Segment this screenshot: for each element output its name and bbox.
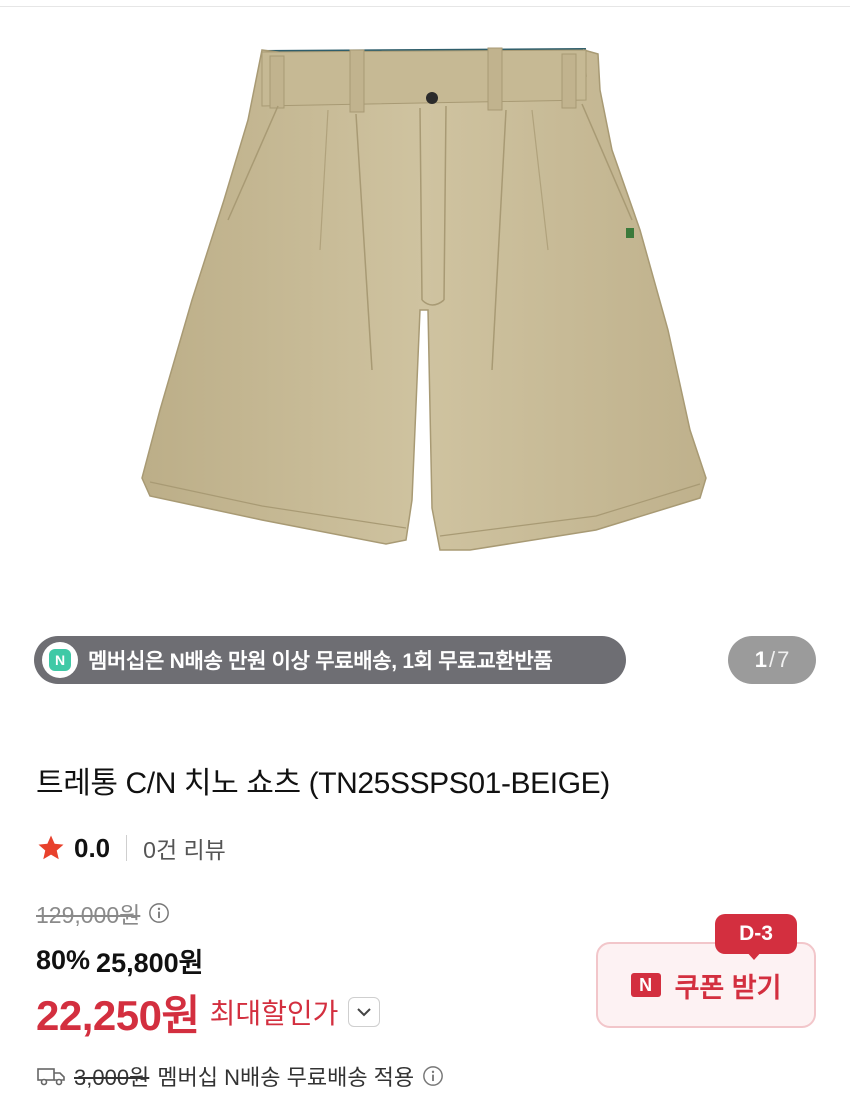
- review-count-link[interactable]: 0건 리뷰: [143, 831, 226, 865]
- expand-discount-button[interactable]: [348, 997, 381, 1027]
- max-discount-label: 최대할인가: [209, 998, 339, 1029]
- membership-banner[interactable]: N 멤버십은 N배송 만원 이상 무료배송, 1회 무료교환반품: [34, 636, 626, 684]
- shipping-text: 멤버십 N배송 무료배송 적용: [157, 1065, 415, 1090]
- rating-row[interactable]: 0.0 0건 리뷰: [36, 828, 226, 868]
- dday-badge: D-3: [715, 914, 797, 954]
- rating-value: 0.0: [74, 832, 111, 863]
- coupon-button-label: 쿠폰 받기: [674, 972, 782, 1003]
- product-image[interactable]: [0, 10, 850, 620]
- sale-price: 25,800원: [96, 947, 204, 978]
- rating-divider: [126, 835, 128, 861]
- image-page-counter: 1 / 7: [728, 636, 816, 684]
- shipping-info-icon[interactable]: [422, 1065, 444, 1087]
- page-separator: /: [768, 647, 776, 672]
- max-discount-price: 22,250원: [36, 991, 200, 1039]
- total-pages: 7: [777, 647, 790, 672]
- discount-rate: 80%: [36, 944, 91, 975]
- naver-n-icon: N: [630, 973, 661, 997]
- shipping-row: 3,000원 멤버십 N배송 무료배송 적용: [36, 1058, 444, 1094]
- truck-icon: [37, 1068, 65, 1086]
- sale-price-row: 80% 25,800원: [36, 940, 203, 980]
- chevron-down-icon: [357, 1008, 372, 1017]
- coupon-button[interactable]: N 쿠폰 받기: [596, 942, 816, 1028]
- info-icon[interactable]: [148, 902, 170, 924]
- banner-text: 멤버십은 N배송 만원 이상 무료배송, 1회 무료교환반품: [88, 650, 553, 673]
- original-price: 129,000원: [36, 902, 141, 928]
- n-delivery-icon: N: [42, 642, 78, 678]
- current-page: 1: [754, 647, 767, 672]
- product-title: 트레통 C/N 치노 쇼츠 (TN25SSPS01-BEIGE): [36, 767, 610, 800]
- shorts-illustration: [141, 47, 707, 551]
- max-discount-row[interactable]: 22,250원 최대할인가: [36, 984, 381, 1040]
- top-divider: [0, 6, 850, 7]
- shipping-fee: 3,000원: [74, 1065, 150, 1090]
- dday-badge-tail: [745, 950, 763, 960]
- star-icon: [38, 835, 64, 860]
- original-price-row: 129,000원: [36, 896, 170, 930]
